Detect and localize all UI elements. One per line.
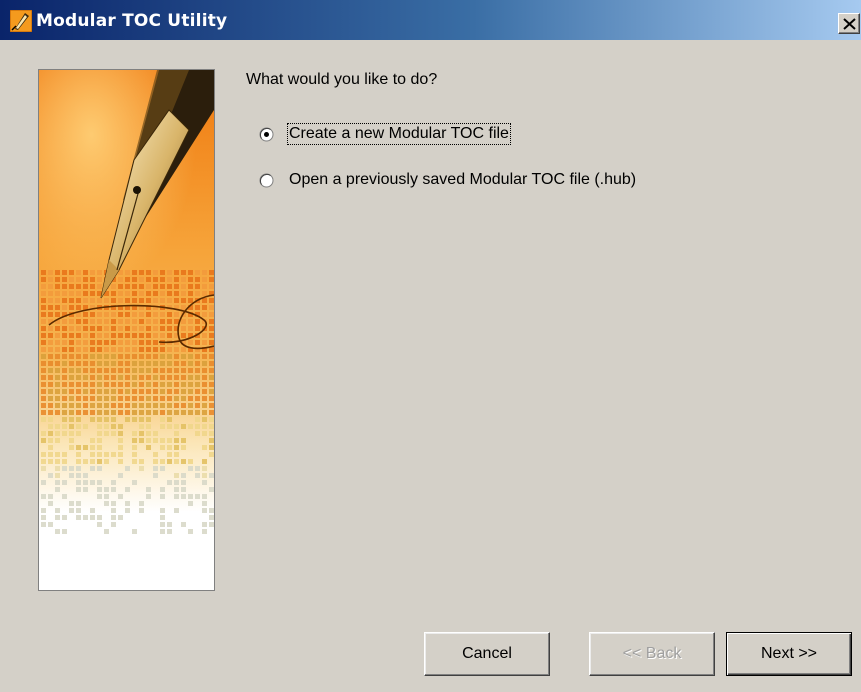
option-create-new-label[interactable]: Create a new Modular TOC file (287, 123, 511, 145)
next-button[interactable]: Next >> (726, 632, 852, 676)
radio-open-saved[interactable] (259, 173, 274, 188)
back-button[interactable]: << Back (589, 632, 715, 676)
option-open-saved-label[interactable]: Open a previously saved Modular TOC file… (289, 170, 636, 190)
pen-icon (9, 9, 33, 33)
cancel-button[interactable]: Cancel (424, 632, 550, 676)
title-bar[interactable]: Modular TOC Utility (0, 0, 861, 40)
radio-create-new[interactable] (259, 127, 274, 142)
window-title: Modular TOC Utility (36, 11, 228, 31)
close-icon (843, 18, 856, 30)
wizard-side-image (38, 69, 215, 591)
prompt-text: What would you like to do? (246, 71, 438, 88)
close-button[interactable] (838, 13, 860, 34)
